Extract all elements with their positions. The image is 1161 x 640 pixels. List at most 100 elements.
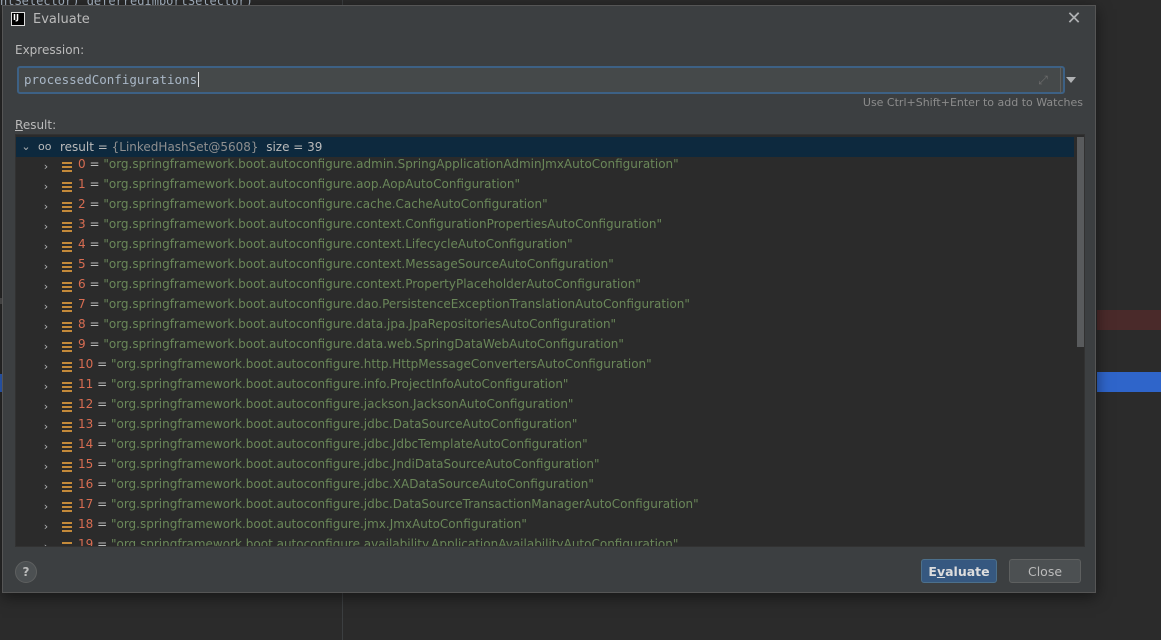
list-item[interactable]: › 8 = "org.springframework.boot.autoconfi… [16, 317, 1074, 337]
item-equals: = [93, 517, 111, 531]
evaluate-label-pre: E [928, 564, 937, 579]
chevron-right-icon[interactable]: › [40, 437, 52, 457]
close-button[interactable]: Close [1009, 559, 1081, 583]
title-bar[interactable]: IJ Evaluate ✕ [3, 6, 1095, 34]
chevron-right-icon[interactable]: › [40, 297, 52, 317]
item-value: "org.springframework.boot.autoconfigure.… [103, 177, 521, 191]
list-item[interactable]: › 7 = "org.springframework.boot.autoconfi… [16, 297, 1074, 317]
list-item-text: 19 = "org.springframework.boot.autoconfi… [78, 537, 678, 547]
list-item[interactable]: › 19 = "org.springframework.boot.autoconf… [16, 537, 1074, 547]
chevron-right-icon[interactable]: › [40, 477, 52, 497]
list-item[interactable]: › 16 = "org.springframework.boot.autoconf… [16, 477, 1074, 497]
chevron-right-icon[interactable]: › [40, 317, 52, 337]
intellij-logo-icon: IJ [11, 12, 25, 26]
chevron-right-icon[interactable]: › [40, 377, 52, 397]
chevron-right-icon[interactable]: › [40, 217, 52, 237]
list-item[interactable]: › 9 = "org.springframework.boot.autoconfi… [16, 337, 1074, 357]
list-icon [62, 282, 72, 292]
glasses-icon: oo [38, 140, 52, 153]
editor-selected-line [1097, 372, 1161, 392]
expression-field[interactable]: processedConfigurations ⤢ [17, 66, 1076, 94]
list-item[interactable]: › 6 = "org.springframework.boot.autoconfi… [16, 277, 1074, 297]
list-icon [62, 482, 72, 492]
item-index: 0 [78, 157, 86, 171]
item-equals: = [85, 197, 104, 211]
item-equals: = [85, 297, 104, 311]
chevron-down-icon[interactable]: ⌄ [20, 137, 32, 157]
chevron-right-icon[interactable]: › [40, 177, 52, 197]
scrollbar-thumb[interactable] [1077, 137, 1084, 347]
chevron-right-icon[interactable]: › [40, 277, 52, 297]
chevron-right-icon[interactable]: › [40, 517, 52, 537]
vertical-scrollbar[interactable] [1076, 137, 1084, 546]
list-icon [62, 322, 72, 332]
item-index: 18 [78, 517, 94, 531]
root-equals: = [93, 140, 112, 154]
chevron-right-icon[interactable]: › [40, 357, 52, 377]
item-value: "org.springframework.boot.autoconfigure.… [110, 417, 578, 431]
chevron-right-icon[interactable]: › [40, 537, 52, 546]
item-value: "org.springframework.boot.autoconfigure.… [110, 437, 588, 451]
list-icon [62, 242, 72, 252]
item-equals: = [85, 257, 104, 271]
help-button[interactable]: ? [15, 561, 37, 583]
chevron-right-icon[interactable]: › [40, 497, 52, 517]
list-item[interactable]: › 12 = "org.springframework.boot.autoconf… [16, 397, 1074, 417]
text-caret [198, 72, 200, 87]
list-item-text: 14 = "org.springframework.boot.autoconfi… [78, 437, 588, 451]
list-item[interactable]: › 10 = "org.springframework.boot.autoconf… [16, 357, 1074, 377]
list-item-text: 16 = "org.springframework.boot.autoconfi… [78, 477, 594, 491]
chevron-down-icon [1066, 77, 1076, 83]
list-item[interactable]: › 11 = "org.springframework.boot.autoconf… [16, 377, 1074, 397]
evaluate-label-rest: aluate [945, 564, 990, 579]
history-dropdown-button[interactable] [1060, 67, 1082, 93]
list-icon [62, 442, 72, 452]
item-index: 19 [78, 537, 94, 547]
list-item[interactable]: › 2 = "org.springframework.boot.autoconfi… [16, 197, 1074, 217]
list-item[interactable]: › 4 = "org.springframework.boot.autoconfi… [16, 237, 1074, 257]
expand-icon[interactable]: ⤢ [1035, 72, 1051, 88]
item-equals: = [93, 497, 111, 511]
item-equals: = [93, 377, 111, 391]
item-equals: = [85, 317, 104, 331]
root-name: result [60, 140, 94, 154]
list-item[interactable]: › 0 = "org.springframework.boot.autoconfi… [16, 157, 1074, 177]
chevron-right-icon[interactable]: › [40, 257, 52, 277]
chevron-right-icon[interactable]: › [40, 337, 52, 357]
result-tree[interactable]: ⌄ oo result = {LinkedHashSet@5608} size … [15, 134, 1085, 547]
list-icon [62, 362, 72, 372]
result-label-rest: esult: [22, 118, 57, 132]
list-icon [62, 182, 72, 192]
close-icon[interactable]: ✕ [1065, 10, 1083, 28]
chevron-right-icon[interactable]: › [40, 237, 52, 257]
expression-label: Expression: [15, 43, 85, 57]
evaluate-button[interactable]: Evaluate [921, 559, 997, 583]
item-value: "org.springframework.boot.autoconfigure.… [103, 297, 690, 311]
expression-input[interactable]: processedConfigurations [24, 68, 1004, 92]
list-icon [62, 222, 72, 232]
list-item[interactable]: › 14 = "org.springframework.boot.autoconf… [16, 437, 1074, 457]
list-icon [62, 302, 72, 312]
chevron-right-icon[interactable]: › [40, 457, 52, 477]
item-equals: = [85, 237, 104, 251]
chevron-right-icon[interactable]: › [40, 157, 52, 177]
list-item-text: 5 = "org.springframework.boot.autoconfig… [78, 257, 614, 271]
list-item[interactable]: › 13 = "org.springframework.boot.autoconf… [16, 417, 1074, 437]
result-label-mnemonic: R [15, 118, 23, 132]
list-item[interactable]: › 17 = "org.springframework.boot.autoconf… [16, 497, 1074, 517]
chevron-right-icon[interactable]: › [40, 417, 52, 437]
result-root-row[interactable]: ⌄ oo result = {LinkedHashSet@5608} size … [16, 137, 1074, 157]
list-item[interactable]: › 1 = "org.springframework.boot.autoconfi… [16, 177, 1074, 197]
list-item[interactable]: › 5 = "org.springframework.boot.autoconfi… [16, 257, 1074, 277]
chevron-right-icon[interactable]: › [40, 397, 52, 417]
list-item-text: 8 = "org.springframework.boot.autoconfig… [78, 317, 616, 331]
list-item[interactable]: › 3 = "org.springframework.boot.autoconfi… [16, 217, 1074, 237]
item-index: 6 [78, 277, 86, 291]
root-size: size = 39 [266, 140, 323, 154]
list-item[interactable]: › 15 = "org.springframework.boot.autoconf… [16, 457, 1074, 477]
add-to-watches-hint: Use Ctrl+Shift+Enter to add to Watches [862, 96, 1083, 109]
list-item[interactable]: › 18 = "org.springframework.boot.autoconf… [16, 517, 1074, 537]
list-icon [62, 342, 72, 352]
item-equals: = [93, 357, 111, 371]
chevron-right-icon[interactable]: › [40, 197, 52, 217]
